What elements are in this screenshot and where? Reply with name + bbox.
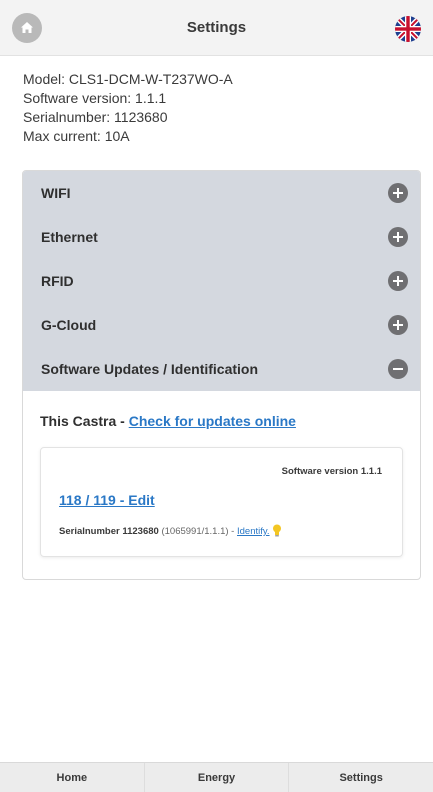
serial-number: Serialnumber 1123680 [59, 526, 159, 537]
identify-link[interactable]: Identify. [237, 526, 270, 537]
plus-icon[interactable] [388, 271, 408, 291]
this-castra-line: This Castra - Check for updates online [40, 413, 403, 429]
plus-icon[interactable] [388, 183, 408, 203]
check-updates-link[interactable]: Check for updates online [129, 413, 296, 429]
top-bar: Settings [0, 0, 433, 56]
nav-home[interactable]: Home [0, 763, 145, 792]
page-title: Settings [186, 19, 247, 36]
accordion-label: WIFI [41, 185, 71, 201]
model-text: Model: CLS1-DCM-W-T237WO-A [23, 71, 233, 87]
bottom-nav: Home Energy Settings [0, 762, 433, 792]
nav-energy[interactable]: Energy [145, 763, 290, 792]
charger-card: Software version 1.1.1 118 / 119 - Edit … [40, 447, 403, 557]
serialnumber-text: Serialnumber: 1123680 [23, 109, 168, 125]
accordion-g-cloud[interactable]: G-Cloud [23, 303, 420, 347]
accordion-rfid[interactable]: RFID [23, 259, 420, 303]
card-software-version: Software version 1.1.1 [281, 466, 382, 477]
nav-settings[interactable]: Settings [289, 763, 433, 792]
accordion-label: Software Updates / Identification [41, 361, 259, 377]
serial-line: Serialnumber 1123680 (1065991/1.1.1) - I… [59, 524, 282, 540]
plus-icon[interactable] [388, 315, 408, 335]
edit-link[interactable]: 118 / 119 - Edit [59, 492, 155, 508]
software-version-text: Software version: 1.1.1 [23, 90, 167, 106]
uk-flag-icon[interactable] [395, 16, 421, 42]
lightbulb-icon [272, 524, 282, 540]
accordion-label: G-Cloud [41, 317, 97, 333]
software-updates-panel: This Castra - Check for updates online S… [23, 413, 420, 557]
accordion-wifi[interactable]: WIFI [23, 171, 420, 215]
accordion-label: RFID [41, 273, 74, 289]
accordion-software-updates[interactable]: Software Updates / Identification [23, 347, 420, 391]
max-current-text: Max current: 10A [23, 128, 130, 144]
accordion-label: Ethernet [41, 229, 98, 245]
home-icon[interactable] [12, 13, 42, 43]
serial-detail: (1065991/1.1.1) - [158, 526, 237, 537]
settings-accordion: WIFI Ethernet RFID G-Cloud Software Upda… [22, 170, 421, 580]
plus-icon[interactable] [388, 227, 408, 247]
this-castra-label: This Castra - [40, 413, 129, 429]
accordion-headers: WIFI Ethernet RFID G-Cloud Software Upda… [23, 171, 420, 391]
device-info: Model: CLS1-DCM-W-T237WO-A Software vers… [23, 70, 233, 146]
accordion-ethernet[interactable]: Ethernet [23, 215, 420, 259]
minus-icon[interactable] [388, 359, 408, 379]
